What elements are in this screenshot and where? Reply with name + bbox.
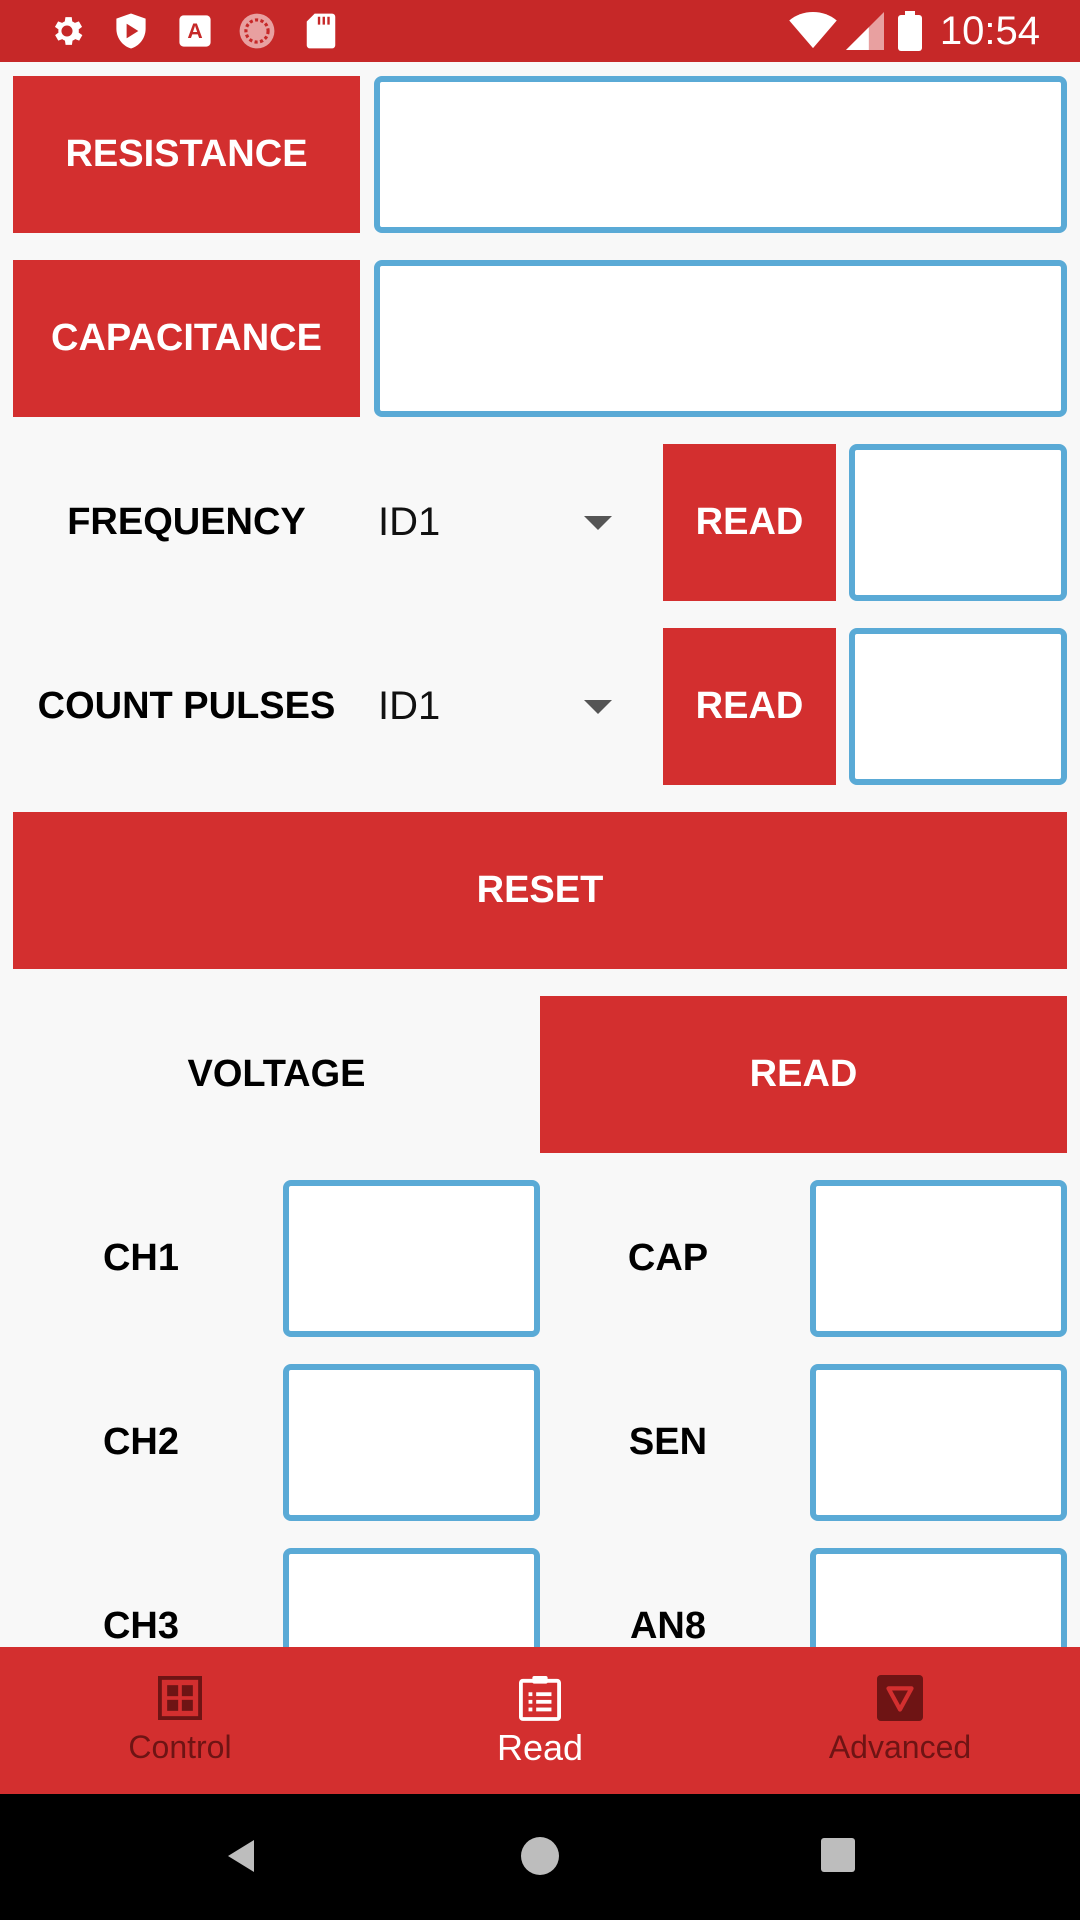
sen-field[interactable] (810, 1364, 1067, 1521)
ch1-field[interactable] (283, 1180, 540, 1337)
shield-play-icon (112, 12, 150, 50)
ch1-label: CH1 (102, 1237, 180, 1279)
frequency-id-dropdown[interactable]: ID1 (378, 444, 618, 601)
voltage-label: VOLTAGE (187, 1053, 366, 1095)
home-icon[interactable] (521, 1837, 559, 1875)
clock: 10:54 (939, 9, 1040, 53)
ch2-label: CH2 (102, 1421, 180, 1463)
nav-read-label: Read (496, 1727, 584, 1768)
nav-read[interactable]: Read (360, 1647, 720, 1794)
clipboard-list-icon (517, 1675, 563, 1721)
bottom-navigation: Control Read Advanced (0, 1647, 1080, 1794)
cap-label: CAP (627, 1237, 709, 1279)
nav-advanced-label: Advanced (828, 1729, 972, 1765)
capacitance-button[interactable]: CAPACITANCE (13, 260, 360, 417)
ch2-field[interactable] (283, 1364, 540, 1521)
sd-card-icon (302, 12, 340, 50)
count-pulses-label: COUNT PULSES (37, 685, 336, 727)
a-app-icon: A (176, 12, 214, 50)
nav-control[interactable]: Control (0, 1647, 360, 1794)
circle-app-icon (238, 12, 276, 50)
back-icon[interactable] (222, 1836, 262, 1876)
count-pulses-field[interactable] (849, 628, 1067, 785)
frequency-read-button[interactable]: READ (663, 444, 836, 601)
cap-field[interactable] (810, 1180, 1067, 1337)
count-pulses-read-button[interactable]: READ (663, 628, 836, 785)
nav-advanced[interactable]: Advanced (720, 1647, 1080, 1794)
wifi-icon (788, 12, 838, 50)
sen-label: SEN (628, 1421, 708, 1463)
nav-control-label: Control (128, 1729, 232, 1765)
dropdown-arrow-icon (584, 699, 612, 714)
count-pulses-id-value: ID1 (378, 684, 441, 728)
reset-button[interactable]: RESET (13, 812, 1067, 969)
status-bar: A 10:54 (0, 0, 1080, 62)
frequency-id-value: ID1 (378, 500, 441, 544)
dropdown-arrow-icon (584, 515, 612, 530)
count-pulses-id-dropdown[interactable]: ID1 (378, 628, 618, 785)
frequency-label: FREQUENCY (67, 501, 306, 543)
svg-text:A: A (187, 19, 202, 43)
frequency-field[interactable] (849, 444, 1067, 601)
system-navigation-bar (0, 1794, 1080, 1920)
resistance-button[interactable]: RESISTANCE (13, 76, 360, 233)
resistance-field[interactable] (374, 76, 1067, 233)
voltage-read-button[interactable]: READ (540, 996, 1067, 1153)
shield-badge-icon (877, 1675, 923, 1721)
gear-icon (48, 12, 86, 50)
recents-icon[interactable] (821, 1838, 855, 1872)
signal-icon (844, 12, 886, 50)
capacitance-field[interactable] (374, 260, 1067, 417)
battery-icon (896, 11, 924, 51)
grid-icon (157, 1675, 203, 1721)
